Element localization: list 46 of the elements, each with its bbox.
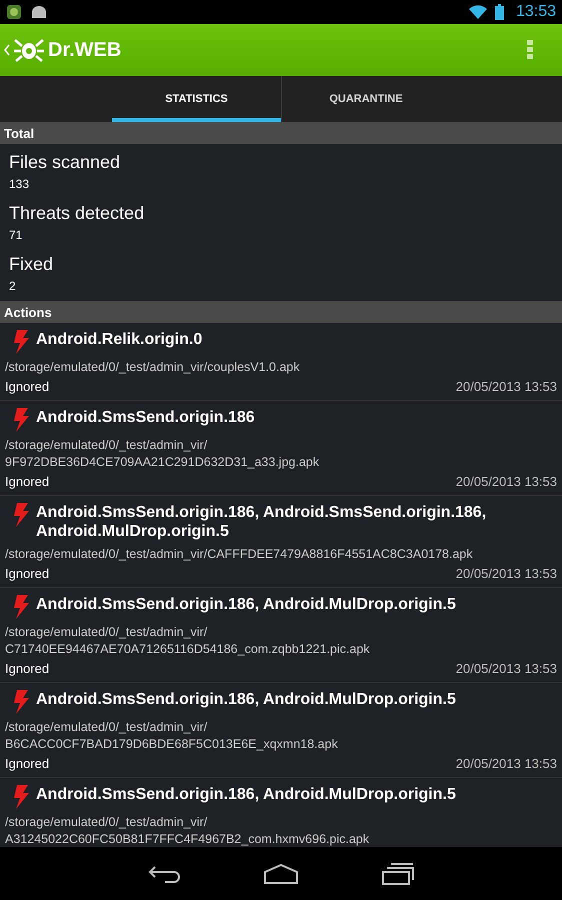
clock: 13:53 [516,3,556,21]
stat-value: 133 [9,177,30,191]
threat-name: Android.SmsSend.origin.186, Android.SmsSend.origin.186, Android.MulDrop.origin.5 [36,503,488,541]
action-item[interactable]: Android.Relik.origin.0 /storage/emulated/0/_test/admin_vir/couplesV1.0.apk Ignored 20/05/2013 13:53 [0,323,562,401]
file-path: /storage/emulated/0/_test/admin_vir/CAFFFDEE7479A8816F4551AC8C3A0178.apk [5,546,474,563]
action-status: Ignored [5,379,50,394]
file-path: B6CACC0CF7BAD179D6BDE68F5C013E6E_xqxmn18.apk [5,736,339,753]
threat-name: Android.SmsSend.origin.186, Android.MulDrop.origin.5 [36,595,456,614]
action-date: 20/05/2013 13:53 [456,566,557,581]
wifi-icon [468,5,487,19]
threat-name: Android.SmsSend.origin.186, Android.MulDrop.origin.5 [36,785,456,804]
action-status: Ignored [5,474,50,489]
action-date: 20/05/2013 13:53 [456,756,557,771]
file-path: A31245022C60FC50B81F7FFC4F4967B2_com.hxmv696.pic.apk [5,831,370,847]
action-item[interactable]: Android.SmsSend.origin.186, Android.SmsSend.origin.186, Android.MulDrop.origin.5 /storage/emulated/0/_test/admin_vir/CAFFFDEE7479A8816F4551AC8C3A0178.apk Ignored 20/05/2013 13:53 [0,496,562,588]
file-path: /storage/emulated/0/_test/admin_vir/ [5,814,208,831]
battery-icon [494,4,504,20]
section-header: Actions [0,301,562,323]
action-item[interactable]: Android.SmsSend.origin.186, Android.MulDrop.origin.5 /storage/emulated/0/_test/admin_vir/ C71740EE94467AE70A71265116D54186_com.zqbb1221.pic.apk Ignored 20/05/2013 13:53 [0,588,562,683]
threat-name: Android.Relik.origin.0 [36,330,202,349]
threat-name: Android.SmsSend.origin.186, Android.MulDrop.origin.5 [36,690,456,709]
file-path: /storage/emulated/0/_test/admin_vir/ [5,624,208,641]
section-header: Total [0,122,562,144]
back-icon[interactable] [4,44,10,56]
file-path: /storage/emulated/0/_test/admin_vir/couplesV1.0.apk [5,359,301,376]
file-path: /storage/emulated/0/_test/admin_vir/ [5,719,208,736]
file-path: C71740EE94467AE70A71265116D54186_com.zqbb1221.pic.apk [5,641,371,658]
app-title: Dr.WEB [48,38,122,62]
app-icon [6,4,22,20]
stat-label: Files scanned [9,152,122,173]
action-date: 20/05/2013 13:53 [456,379,557,394]
android-icon [30,5,48,19]
action-status: Ignored [5,566,50,581]
file-path: 9F972DBE36D4CE709AA21C291D632D31_a33.jpg.apk [5,454,320,471]
action-item[interactable]: Android.SmsSend.origin.186, Android.MulDrop.origin.5 /storage/emulated/0/_test/admin_vir/ B6CACC0CF7BAD179D6BDE68F5C013E6E_xqxmn18.apk Ignored 20/05/2013 13:53 [0,683,562,778]
stat-label: Threats detected [9,203,146,224]
action-status: Ignored [5,756,50,771]
action-item[interactable]: Android.SmsSend.origin.186 /storage/emulated/0/_test/admin_vir/ 9F972DBE36D4CE709AA21C291D632D31_a33.jpg.apk Ignored 20/05/2013 13:53 [0,401,562,496]
action-status: Ignored [5,661,50,676]
action-date: 20/05/2013 13:53 [456,661,557,676]
stat-value: 71 [9,228,24,242]
threat-name: Android.SmsSend.origin.186 [36,408,255,427]
stat-value: 2 [9,279,17,293]
file-path: /storage/emulated/0/_test/admin_vir/ [5,437,208,454]
action-date: 20/05/2013 13:53 [456,474,557,489]
stat-label: Fixed [9,254,54,275]
